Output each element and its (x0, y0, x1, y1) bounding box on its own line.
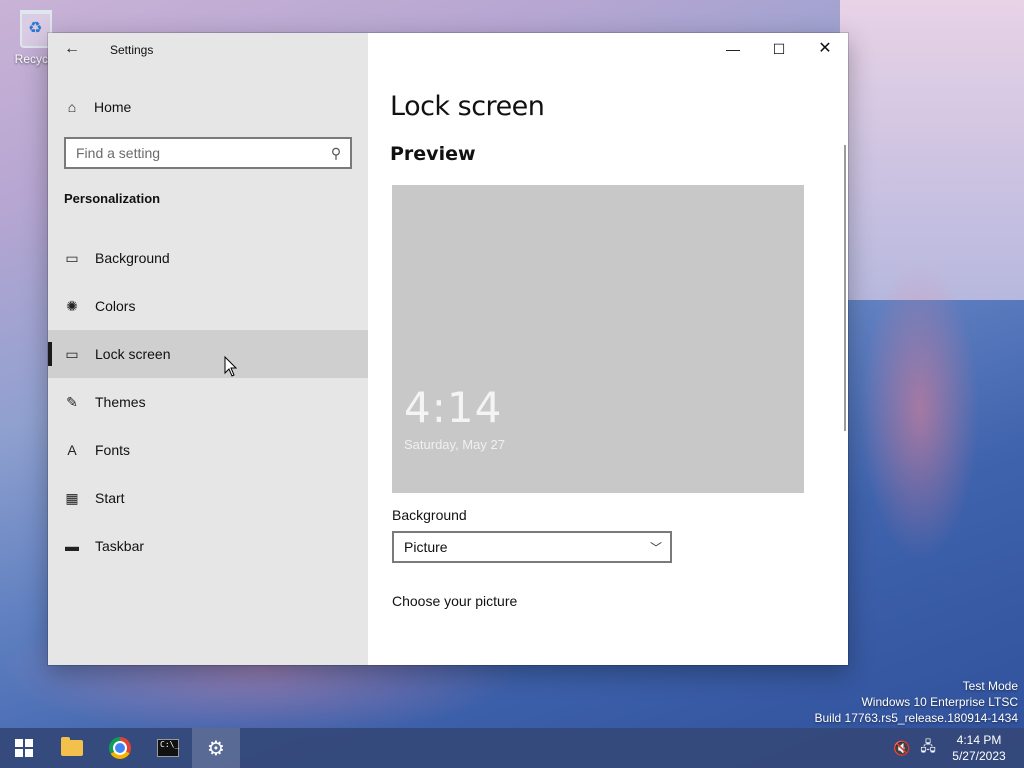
sidebar-item-start[interactable]: ▦ Start (48, 474, 368, 522)
taskbar-icon: ▬ (65, 538, 79, 554)
lock-screen-preview: 4:14 Saturday, May 27 (392, 185, 804, 493)
sidebar-item-label: Start (95, 490, 125, 506)
sidebar-nav: ▭ Background ✺ Colors ▭ Lock screen ✎ Th… (48, 234, 368, 570)
sidebar-item-themes[interactable]: ✎ Themes (48, 378, 368, 426)
sidebar-item-background[interactable]: ▭ Background (48, 234, 368, 282)
system-tray: 🔇 🖧 4:14 PM 5/27/2023 (892, 732, 1024, 764)
taskbar-command-prompt[interactable]: C:\_ (144, 728, 192, 768)
settings-sidebar: ← Settings ⌂ Home ⚲ Personalization ▭ Ba… (48, 33, 368, 665)
background-dropdown-value: Picture (404, 539, 448, 555)
title-bar[interactable]: ← Settings (48, 33, 368, 65)
network-icon[interactable]: 🖧 (918, 736, 938, 760)
page-title: Lock screen (390, 91, 545, 122)
picture-icon: ▭ (65, 250, 79, 266)
folder-icon (61, 737, 83, 756)
sidebar-item-home[interactable]: ⌂ Home (64, 95, 132, 119)
sidebar-item-lock-screen[interactable]: ▭ Lock screen (48, 330, 368, 378)
clock-time: 4:14 PM (956, 733, 1002, 747)
preview-time: 4:14 (404, 383, 503, 432)
wallpaper-sky (840, 0, 1024, 300)
background-dropdown[interactable]: Picture ﹀ (392, 531, 672, 563)
desktop-watermark: Test Mode Windows 10 Enterprise LTSC Bui… (815, 678, 1019, 726)
taskbar-chrome[interactable] (96, 728, 144, 768)
lock-screen-icon: ▭ (65, 346, 79, 362)
back-arrow-icon: ← (64, 40, 80, 57)
sidebar-item-fonts[interactable]: A Fonts (48, 426, 368, 474)
taskbar-file-explorer[interactable] (48, 728, 96, 768)
sidebar-item-taskbar[interactable]: ▬ Taskbar (48, 522, 368, 570)
themes-icon: ✎ (66, 394, 78, 410)
sidebar-item-label: Taskbar (95, 538, 145, 554)
gear-icon: ⚙ (207, 737, 225, 760)
start-button[interactable] (0, 728, 48, 768)
volume-muted-icon[interactable]: 🔇 (892, 740, 912, 757)
settings-window: ← Settings ⌂ Home ⚲ Personalization ▭ Ba… (48, 33, 848, 665)
watermark-line-2: Windows 10 Enterprise LTSC (861, 695, 1018, 709)
search-input[interactable] (66, 139, 328, 167)
background-label: Background (392, 507, 467, 523)
choose-picture-label: Choose your picture (392, 593, 518, 609)
palette-icon: ✺ (66, 298, 78, 314)
back-button[interactable]: ← (58, 39, 86, 61)
scrollbar[interactable] (844, 145, 846, 431)
clock-date: 5/27/2023 (952, 749, 1006, 763)
wallpaper-glow (860, 260, 980, 560)
taskbar: C:\_ ⚙ 🔇 🖧 4:14 PM 5/27/2023 (0, 728, 1024, 768)
search-box[interactable]: ⚲ (64, 137, 352, 169)
watermark-line-3: Build 17763.rs5_release.180914-1434 (814, 711, 1019, 725)
taskbar-settings[interactable]: ⚙ (192, 728, 240, 768)
command-prompt-icon: C:\_ (157, 739, 179, 757)
home-label: Home (94, 99, 132, 115)
windows-logo-icon (15, 739, 33, 757)
chrome-icon (109, 737, 131, 759)
mouse-cursor-icon (224, 356, 238, 377)
search-icon[interactable]: ⚲ (328, 145, 344, 161)
preview-heading: Preview (390, 143, 476, 165)
watermark-line-1: Test Mode (962, 679, 1018, 693)
sidebar-item-label: Background (95, 250, 170, 266)
taskbar-clock[interactable]: 4:14 PM 5/27/2023 (944, 732, 1014, 764)
home-icon: ⌂ (67, 99, 77, 115)
sidebar-item-label: Themes (95, 394, 146, 410)
fonts-icon: A (67, 442, 77, 458)
sidebar-item-colors[interactable]: ✺ Colors (48, 282, 368, 330)
window-title: Settings (110, 43, 154, 57)
sidebar-item-label: Fonts (95, 442, 131, 458)
sidebar-item-label: Colors (95, 298, 136, 314)
start-icon: ▦ (65, 490, 79, 506)
sidebar-item-label: Lock screen (95, 346, 171, 362)
section-title: Personalization (64, 191, 161, 206)
chevron-down-icon: ﹀ (649, 540, 662, 555)
main-content: Lock screen Preview 4:14 Saturday, May 2… (368, 33, 848, 665)
preview-date: Saturday, May 27 (404, 437, 505, 452)
